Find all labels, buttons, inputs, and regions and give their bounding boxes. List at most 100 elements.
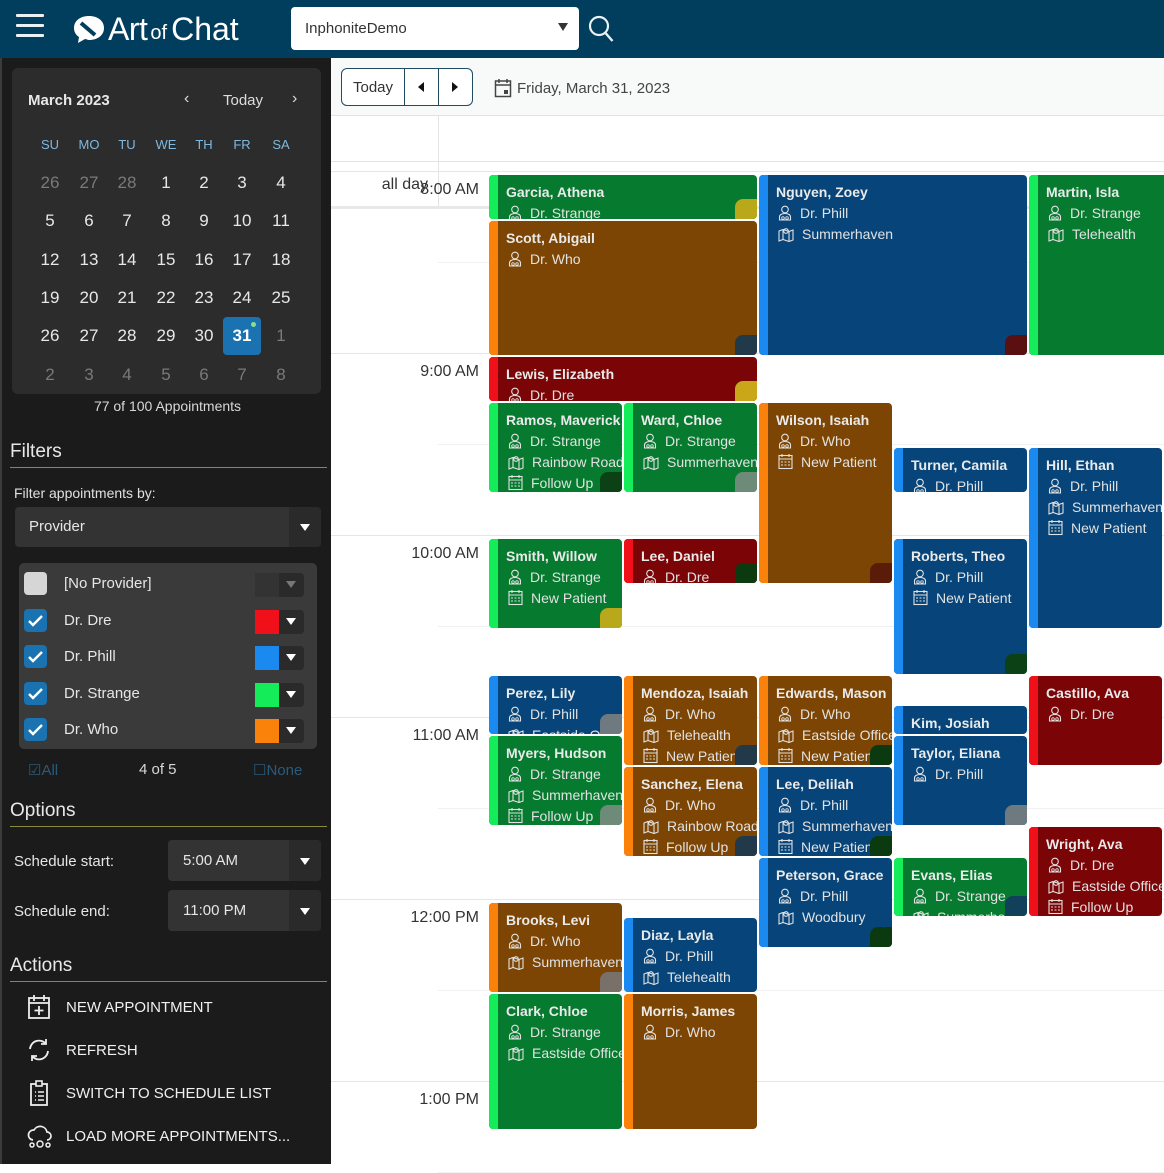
mini-calendar-day[interactable]: 9 xyxy=(185,202,223,240)
mini-calendar-day[interactable]: 21 xyxy=(108,279,146,317)
mini-calendar-day[interactable]: 12 xyxy=(31,241,69,279)
mini-calendar-day[interactable]: 28 xyxy=(108,317,146,355)
previous-day-button[interactable] xyxy=(405,69,439,105)
appointment-card[interactable]: Scott, Abigail Dr. Who xyxy=(489,220,757,355)
mini-calendar-day[interactable]: 3 xyxy=(70,356,108,394)
color-dropdown-icon[interactable] xyxy=(279,646,304,670)
appointment-card[interactable]: Garcia, Athena Dr. Strange xyxy=(489,175,757,219)
mini-calendar-day[interactable]: 2 xyxy=(31,356,69,394)
appointment-card[interactable]: Mendoza, Isaiah Dr. Who Telehealth New Pati… xyxy=(624,675,757,765)
appointment-card[interactable]: Smith, Willow Dr. Strange New Patient xyxy=(489,539,622,628)
mini-calendar-day[interactable]: 23 xyxy=(185,279,223,317)
mini-calendar-day[interactable]: 19 xyxy=(31,279,69,317)
mini-calendar-day[interactable]: 22 xyxy=(147,279,185,317)
mini-calendar-day[interactable]: 6 xyxy=(185,356,223,394)
color-dropdown-icon[interactable] xyxy=(279,719,304,743)
appointment-card[interactable]: Clark, Chloe Dr. Strange Eastside Office xyxy=(489,994,622,1129)
mini-calendar-day[interactable]: 5 xyxy=(31,202,69,240)
mini-calendar-day[interactable]: 7 xyxy=(108,202,146,240)
mini-calendar-today-button[interactable]: Today xyxy=(223,92,263,109)
appointment-card[interactable]: Perez, LilyDr. PhillEastside OfficeNew P… xyxy=(489,675,622,735)
mini-calendar-day[interactable]: 25 xyxy=(262,279,300,317)
mini-calendar-day[interactable]: 30 xyxy=(185,317,223,355)
provider-color-swatch[interactable] xyxy=(255,573,279,597)
appointment-card[interactable]: Sanchez, Elena Dr. Who Rainbow Road Follow … xyxy=(624,766,757,856)
mini-calendar-day[interactable]: 29 xyxy=(147,317,185,355)
provider-checkbox[interactable] xyxy=(24,572,47,595)
provider-checkbox[interactable] xyxy=(24,645,47,668)
current-date[interactable]: Friday, March 31, 2023 xyxy=(494,78,670,98)
appointment-card[interactable]: Lee, Daniel Dr. Dre xyxy=(624,539,757,583)
mini-calendar-day[interactable]: 18 xyxy=(262,241,300,279)
appointment-card[interactable]: Roberts, Theo Dr. Phill New Patient xyxy=(894,539,1027,674)
mini-calendar-day[interactable]: 26 xyxy=(31,164,69,202)
select-none-link[interactable]: ☐None xyxy=(253,761,302,779)
provider-color-swatch[interactable] xyxy=(255,719,279,743)
mini-calendar-day[interactable]: 17 xyxy=(223,241,261,279)
select-all-link[interactable]: ☑All xyxy=(28,761,58,779)
provider-color-swatch[interactable] xyxy=(255,682,279,707)
mini-calendar-day[interactable]: 4 xyxy=(108,356,146,394)
provider-color-swatch[interactable] xyxy=(255,609,279,634)
appointment-card[interactable]: Nguyen, Zoey Dr. Phill Summerhaven xyxy=(759,175,1027,355)
appointment-card[interactable]: Ward, Chloe Dr. Strange Summerhaven xyxy=(624,402,757,492)
mini-calendar-day[interactable]: 2 xyxy=(185,164,223,202)
mini-calendar-day[interactable]: 8 xyxy=(262,356,300,394)
mini-calendar-day[interactable]: 15 xyxy=(147,241,185,279)
mini-calendar-day-selected[interactable]: 31 xyxy=(223,317,261,356)
appointment-card[interactable]: Diaz, Layla Dr. Phill Telehealth xyxy=(624,918,757,992)
provider-checkbox[interactable] xyxy=(24,718,47,741)
mini-calendar-day[interactable]: 11 xyxy=(262,202,300,240)
load-more-appointments-button[interactable]: LOAD MORE APPOINTMENTS... xyxy=(26,1122,316,1152)
hamburger-menu-icon[interactable] xyxy=(16,14,44,38)
appointment-card[interactable]: Wilson, Isaiah Dr. Who New Patient xyxy=(759,402,892,583)
appointment-card[interactable]: Peterson, Grace Dr. Phill Woodbury xyxy=(759,857,892,947)
mini-calendar-day[interactable]: 10 xyxy=(223,202,261,240)
mini-calendar-day[interactable]: 5 xyxy=(147,356,185,394)
search-icon[interactable] xyxy=(587,14,615,44)
mini-calendar-day[interactable]: 1 xyxy=(262,317,300,355)
appointment-card[interactable]: Lee, Delilah Dr. Phill Summerhaven New Pati… xyxy=(759,766,892,856)
appointment-card[interactable]: Lewis, Elizabeth Dr. Dre xyxy=(489,357,757,401)
appointment-card[interactable]: Kim, JosiahDr. Phill xyxy=(894,705,1027,735)
tenant-select[interactable]: InphoniteDemo xyxy=(291,7,579,50)
appointment-card[interactable]: Edwards, Mason Dr. Who Eastside Office New … xyxy=(759,675,892,765)
switch-to-schedule-list-button[interactable]: SWITCH TO SCHEDULE LIST xyxy=(26,1079,316,1109)
today-button[interactable]: Today xyxy=(342,69,406,105)
schedule-start-select[interactable]: 5:00 AM xyxy=(168,840,321,881)
mini-calendar-day[interactable]: 16 xyxy=(185,241,223,279)
color-dropdown-icon[interactable] xyxy=(279,609,304,634)
mini-calendar-day[interactable]: 6 xyxy=(70,202,108,240)
provider-checkbox[interactable] xyxy=(24,681,47,705)
mini-calendar-next-icon[interactable]: › xyxy=(292,90,297,108)
appointment-card[interactable]: Brooks, Levi Dr. Who Summerhaven xyxy=(489,903,622,992)
mini-calendar-day[interactable]: 3 xyxy=(223,164,261,202)
mini-calendar-day[interactable]: 28 xyxy=(108,164,146,202)
refresh-button[interactable]: REFRESH xyxy=(26,1036,316,1066)
appointment-card[interactable]: Evans, EliasDr. StrangeSummerhavenFollow… xyxy=(894,857,1027,917)
mini-calendar-day[interactable]: 14 xyxy=(108,241,146,279)
mini-calendar-day[interactable]: 24 xyxy=(223,279,261,317)
new-appointment-button[interactable]: NEW APPOINTMENT xyxy=(26,993,316,1023)
schedule-end-select[interactable]: 11:00 PM xyxy=(168,890,321,931)
color-dropdown-icon[interactable] xyxy=(279,682,304,707)
mini-calendar-day[interactable]: 7 xyxy=(223,356,261,394)
provider-checkbox[interactable] xyxy=(24,608,47,632)
mini-calendar-day[interactable]: 1 xyxy=(147,164,185,202)
filter-by-select[interactable]: Provider xyxy=(15,507,321,547)
mini-calendar-day[interactable]: 8 xyxy=(147,202,185,240)
mini-calendar-day[interactable]: 27 xyxy=(70,164,108,202)
mini-calendar-day[interactable]: 13 xyxy=(70,241,108,279)
mini-calendar-day[interactable]: 4 xyxy=(262,164,300,202)
mini-calendar-day[interactable]: 26 xyxy=(31,317,69,355)
appointment-card[interactable]: Castillo, Ava Dr. Dre xyxy=(1029,675,1162,765)
mini-calendar-prev-icon[interactable]: ‹ xyxy=(184,90,189,108)
color-dropdown-icon[interactable] xyxy=(279,573,304,597)
appointment-card[interactable]: Taylor, Eliana Dr. Phill xyxy=(894,736,1027,826)
mini-calendar-day[interactable]: 27 xyxy=(70,317,108,355)
provider-color-swatch[interactable] xyxy=(255,646,279,670)
appointment-card[interactable]: Hill, Ethan Dr. Phill Summerhaven New Patie… xyxy=(1029,448,1162,628)
next-day-button[interactable] xyxy=(439,69,472,105)
appointment-card[interactable]: Ramos, Maverick Dr. Strange Rainbow Road Fo… xyxy=(489,402,622,492)
mini-calendar-day[interactable]: 20 xyxy=(70,279,108,317)
